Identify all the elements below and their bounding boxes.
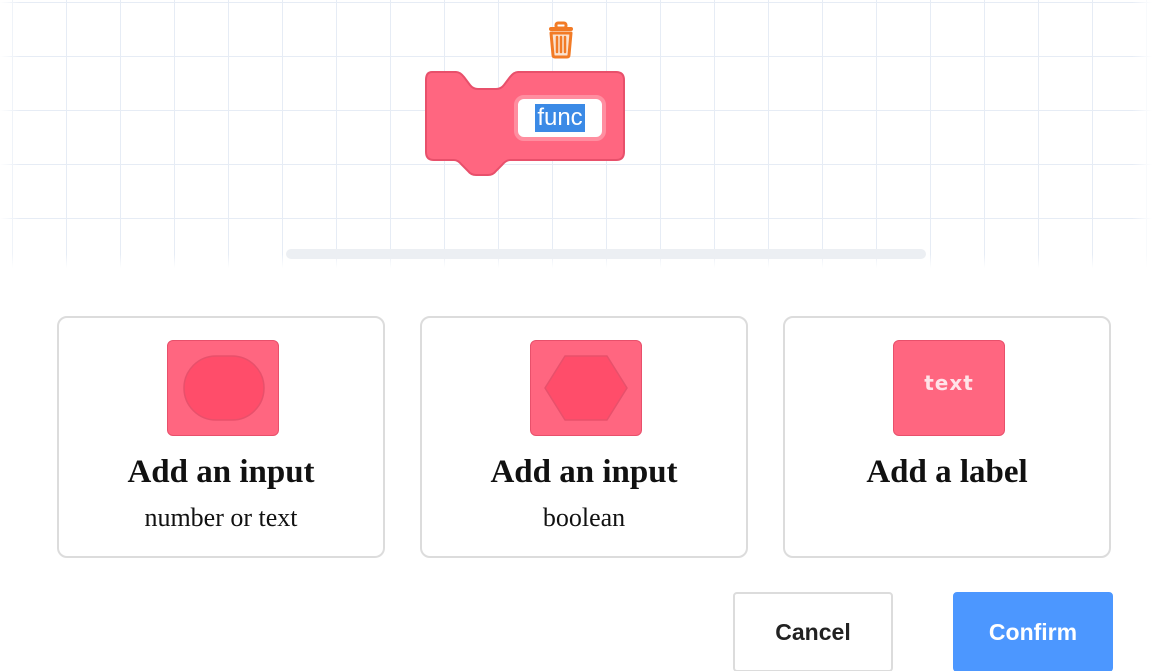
label-icon-text: text — [924, 371, 974, 395]
block-name-input[interactable]: func — [514, 95, 606, 141]
card-title: Add a label — [866, 454, 1028, 490]
block-workspace[interactable]: func — [0, 0, 1152, 268]
block-name-text: func — [535, 104, 585, 132]
add-input-number-text-button[interactable]: Add an input number or text — [57, 316, 385, 558]
trash-icon[interactable] — [544, 20, 578, 60]
card-subtitle: number or text — [144, 503, 298, 532]
add-input-boolean-button[interactable]: Add an input boolean — [420, 316, 748, 558]
card-title: Add an input — [490, 454, 678, 490]
workspace-fade-right — [1132, 0, 1152, 268]
confirm-button[interactable]: Confirm — [953, 592, 1113, 671]
card-subtitle: boolean — [542, 503, 626, 532]
workspace-fade-left — [0, 0, 20, 268]
cancel-button[interactable]: Cancel — [733, 592, 893, 671]
round-input-icon — [167, 340, 279, 436]
add-label-button[interactable]: text Add a label — [783, 316, 1111, 558]
card-title: Add an input — [127, 454, 315, 490]
horizontal-scrollbar[interactable] — [286, 249, 926, 259]
custom-block-editor: func Add an input number or text Add an … — [0, 0, 1152, 671]
label-icon: text — [893, 340, 1005, 436]
boolean-input-icon — [530, 340, 642, 436]
